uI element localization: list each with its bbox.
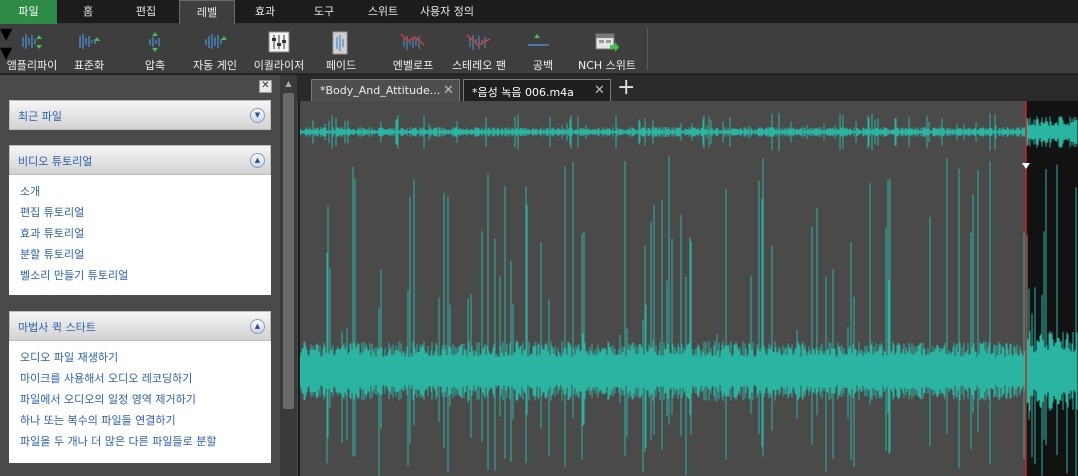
tutorial-link-editing[interactable]: 편집 튜토리얼 — [20, 203, 271, 224]
recent-files-section: 최근 파일 ▼ — [9, 100, 271, 130]
waveform-channel-top — [298, 113, 1078, 151]
recent-files-title: 최근 파일 — [18, 110, 62, 123]
document-tab-label: *Body_And_Attitude... — [320, 84, 441, 97]
auto-gain-button[interactable]: 자동 게인 — [188, 24, 242, 74]
expand-chevron-icon[interactable]: ▼ — [250, 108, 265, 123]
menu-tab-levels[interactable]: 레벨 — [179, 0, 235, 25]
menu-tab-file[interactable]: 파일 — [0, 0, 57, 24]
compress-button[interactable]: 압축 — [130, 24, 180, 74]
panel-scrollbar[interactable]: ▲ — [280, 75, 297, 476]
nch-suite-icon — [595, 33, 619, 52]
wizard-quickstart-section: 마법사 퀵 스타트 ▲ 오디오 파일 재생하기 마이크를 사용해서 오디오 레코… — [9, 311, 271, 463]
scrollbar-thumb[interactable] — [283, 93, 294, 409]
fade-icon — [332, 31, 348, 55]
stereo-pan-button[interactable]: 스테레오 팬 — [446, 24, 512, 74]
waveform-channel-bottom — [298, 331, 1078, 411]
toolbar-separator — [647, 28, 648, 70]
video-tutorials-title: 비디오 튜토리얼 — [18, 155, 93, 168]
panel-close-icon[interactable]: ✕ — [259, 80, 272, 93]
auto-gain-icon — [205, 34, 227, 49]
app-window: 파일 홈 편집 레벨 효과 도구 스위트 사용자 정의 앰플리파이 표준화 압축… — [0, 0, 1078, 476]
amplify-button[interactable]: 앰플리파이 — [2, 24, 62, 74]
tutorial-link-splitting[interactable]: 분할 튜토리얼 — [20, 245, 271, 266]
waveform-view[interactable] — [297, 101, 1078, 476]
wizard-link-split-file[interactable]: 파일을 두 개나 더 많은 다른 파일들로 분할 — [20, 432, 271, 453]
menu-bar: 파일 홈 편집 레벨 효과 도구 스위트 사용자 정의 — [0, 0, 1078, 25]
wizard-link-remove-region[interactable]: 파일에서 오디오의 일정 영역 제거하기 — [20, 390, 271, 411]
left-panel: ✕ 최근 파일 ▼ 비디오 튜토리얼 ▲ 소개 편집 튜토리얼 효과 튜토리얼 … — [0, 75, 280, 476]
equalizer-icon — [268, 31, 290, 53]
tutorial-link-intro[interactable]: 소개 — [20, 182, 271, 203]
wizard-quickstart-list: 오디오 파일 재생하기 마이크를 사용해서 오디오 레코딩하기 파일에서 오디오… — [9, 341, 271, 463]
wizard-quickstart-header[interactable]: 마법사 퀵 스타트 ▲ — [9, 311, 271, 341]
amplify-icon — [22, 34, 42, 49]
document-tab-active[interactable]: *음성 녹음 006.m4a ✕ — [463, 79, 611, 101]
document-tab[interactable]: *Body_And_Attitude... ✕ — [311, 79, 460, 101]
waveform-spikes — [326, 156, 1077, 476]
compress-icon — [149, 32, 160, 52]
equalizer-button[interactable]: 이퀄라이저 — [248, 24, 310, 74]
document-tab-bar: *Body_And_Attitude... ✕ *음성 녹음 006.m4a ✕… — [297, 75, 1078, 101]
waveform-canvas[interactable] — [297, 101, 1078, 476]
menu-tab-home[interactable]: 홈 — [66, 0, 110, 24]
menu-tab-effects[interactable]: 효과 — [244, 0, 286, 24]
close-tab-icon[interactable]: ✕ — [443, 83, 454, 98]
video-tutorials-list: 소개 편집 튜토리얼 효과 튜토리얼 분할 튜토리얼 벨소리 만들기 튜토리얼 — [9, 175, 271, 295]
menu-tab-suite[interactable]: 스위트 — [358, 0, 408, 24]
wizard-link-play-audio[interactable]: 오디오 파일 재생하기 — [20, 348, 271, 369]
menu-tab-edit[interactable]: 편집 — [123, 0, 169, 24]
fade-button[interactable]: 페이드 — [318, 24, 364, 74]
collapse-chevron-icon[interactable]: ▲ — [250, 153, 265, 168]
close-tab-icon[interactable]: ✕ — [594, 83, 605, 98]
envelope-icon — [400, 33, 425, 50]
wizard-link-join-files[interactable]: 하나 또는 복수의 파일들 연결하기 — [20, 411, 271, 432]
menu-tab-tools[interactable]: 도구 — [302, 0, 346, 24]
stereo-pan-icon — [466, 34, 491, 50]
video-tutorials-section: 비디오 튜토리얼 ▲ 소개 편집 튜토리얼 효과 튜토리얼 분할 튜토리얼 벨소… — [9, 145, 271, 295]
new-tab-plus-icon[interactable]: + — [617, 75, 635, 101]
menu-tab-customize[interactable]: 사용자 정의 — [414, 0, 480, 24]
ribbon-toolbar: 앰플리파이 표준화 압축 자동 게인 이퀄라이저 페이드 ▼ 엔벨로프 스테레오… — [0, 24, 1078, 74]
wizard-quickstart-title: 마법사 퀵 스타트 — [18, 321, 96, 334]
tutorial-link-effects[interactable]: 효과 튜토리얼 — [20, 224, 271, 245]
selection-region[interactable] — [1026, 101, 1078, 476]
tutorial-link-ringtone[interactable]: 벨소리 만들기 튜토리얼 — [20, 266, 271, 287]
silence-button[interactable]: 공백 — [521, 24, 565, 74]
document-tab-label: *음성 녹음 006.m4a — [472, 86, 574, 99]
scroll-up-arrow-icon[interactable]: ▲ — [280, 77, 297, 91]
normalize-button[interactable]: 표준화 — [64, 24, 114, 74]
recent-files-header[interactable]: 최근 파일 ▼ — [9, 100, 271, 130]
wizard-link-record-mic[interactable]: 마이크를 사용해서 오디오 레코딩하기 — [20, 369, 271, 390]
video-tutorials-header[interactable]: 비디오 튜토리얼 ▲ — [9, 145, 271, 175]
envelope-button[interactable]: 엔벨로프 — [388, 24, 438, 74]
nch-suite-button[interactable]: NCH 스위트 — [574, 24, 640, 74]
silence-icon — [528, 34, 549, 46]
collapse-chevron-icon[interactable]: ▲ — [250, 319, 265, 334]
normalize-icon — [79, 34, 100, 49]
